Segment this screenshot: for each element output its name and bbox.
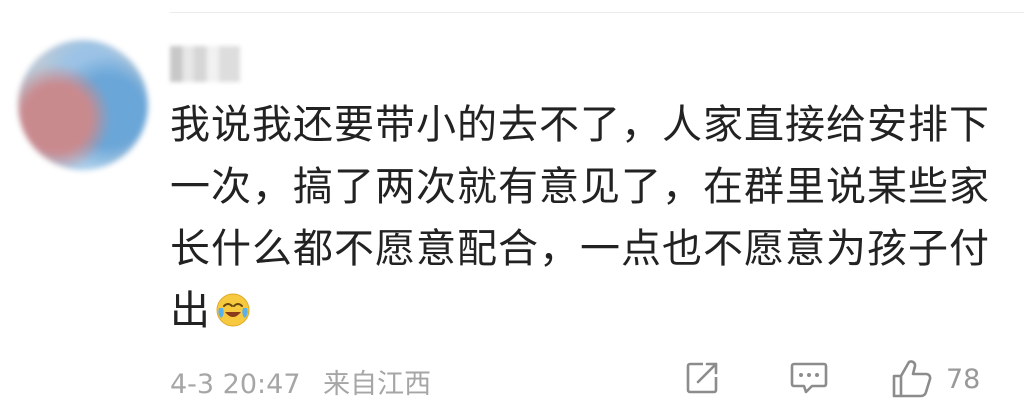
divider [170,12,1024,13]
username-blurred[interactable] [170,46,240,82]
comment-location: 来自江西 [323,369,432,400]
comment-icon [790,362,828,394]
comment-body: 我说我还要带小的去不了，人家直接给安排下一次，搞了两次就有意见了，在群里说某些家… [170,94,1010,342]
comment-meta: 4-3 20:47 来自江西 [170,362,445,401]
share-icon [686,362,718,394]
avatar[interactable] [18,40,148,170]
like-button[interactable]: 78 [890,358,980,400]
thumbs-up-icon [892,360,932,398]
share-button[interactable] [682,358,722,398]
comment-date: 4-3 20:47 [170,369,301,400]
laughing-crying-emoji-icon [216,293,250,327]
comment-text: 我说我还要带小的去不了，人家直接给安排下一次，搞了两次就有意见了，在群里说某些家… [170,102,990,334]
reply-button[interactable] [788,358,830,398]
like-count: 78 [946,363,981,395]
comment-item: 我说我还要带小的去不了，人家直接给安排下一次，搞了两次就有意见了，在群里说某些家… [0,0,1024,418]
